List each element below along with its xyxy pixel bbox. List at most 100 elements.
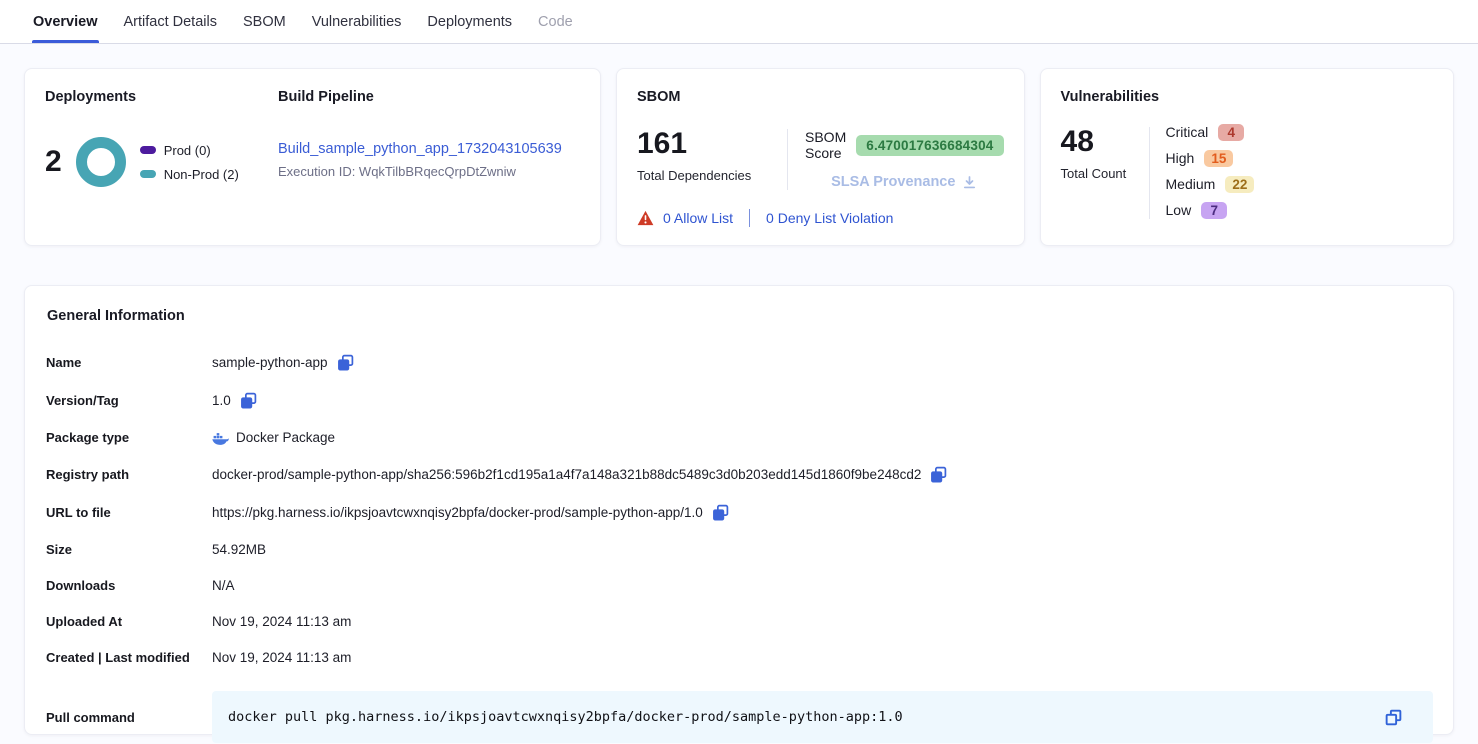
nonprod-legend-label: Non-Prod (2) bbox=[164, 167, 239, 182]
sbom-card: SBOM 161 Total Dependencies SBOM Score 6… bbox=[616, 68, 1025, 246]
high-count-badge: 15 bbox=[1204, 150, 1233, 167]
pull-command-value: docker pull pkg.harness.io/ikpsjoavtcwxn… bbox=[228, 709, 903, 725]
downloads-label: Downloads bbox=[46, 578, 212, 593]
vulnerabilities-total-count: 48 bbox=[1061, 125, 1094, 158]
uploaded-at-label: Uploaded At bbox=[46, 614, 212, 629]
sbom-score-section: SBOM Score 6.470017636684304 SLSA Proven… bbox=[788, 129, 1004, 190]
vulnerabilities-card: Vulnerabilities 48 Total Count Critical … bbox=[1040, 68, 1454, 246]
prod-swatch-icon bbox=[140, 146, 156, 154]
tab-code: Code bbox=[537, 0, 574, 43]
prod-legend-label: Prod (0) bbox=[164, 143, 211, 158]
url-to-file-label: URL to file bbox=[46, 505, 212, 520]
row-url-to-file: URL to file https://pkg.harness.io/ikpsj… bbox=[45, 504, 1433, 521]
tab-vulnerabilities[interactable]: Vulnerabilities bbox=[311, 0, 403, 43]
row-uploaded-at: Uploaded At Nov 19, 2024 11:13 am bbox=[45, 614, 1433, 629]
allow-list-link[interactable]: 0 Allow List bbox=[663, 210, 733, 226]
version-tag-value: 1.0 bbox=[212, 393, 231, 408]
build-pipeline-title: Build Pipeline bbox=[278, 89, 580, 105]
medium-label: Medium bbox=[1166, 176, 1216, 192]
deny-list-link[interactable]: 0 Deny List Violation bbox=[766, 210, 893, 226]
sbom-total-label: Total Dependencies bbox=[637, 168, 787, 183]
row-name: Name sample-python-app bbox=[45, 354, 1433, 371]
severity-row-critical: Critical 4 bbox=[1166, 123, 1255, 141]
deployments-legend: Prod (0) Non-Prod (2) bbox=[140, 143, 239, 182]
deployments-card: Deployments 2 Prod (0) Non-Prod (2) bbox=[24, 68, 601, 246]
url-to-file-value: https://pkg.harness.io/ikpsjoavtcwxnqisy… bbox=[212, 505, 703, 520]
copy-version-button[interactable] bbox=[240, 392, 257, 409]
row-pull-command: Pull command docker pull pkg.harness.io/… bbox=[45, 691, 1433, 743]
general-information-title: General Information bbox=[47, 308, 1433, 324]
docker-whale-icon bbox=[212, 431, 229, 445]
tab-artifact-details[interactable]: Artifact Details bbox=[123, 0, 218, 43]
tab-bar: Overview Artifact Details SBOM Vulnerabi… bbox=[0, 0, 1478, 44]
pull-command-label: Pull command bbox=[46, 710, 212, 725]
warning-triangle-icon bbox=[637, 210, 654, 226]
uploaded-at-value: Nov 19, 2024 11:13 am bbox=[212, 614, 351, 629]
build-pipeline-section: Build Pipeline Build_sample_python_app_1… bbox=[278, 89, 580, 225]
slsa-provenance-label: SLSA Provenance bbox=[831, 174, 955, 190]
legend-item-nonprod: Non-Prod (2) bbox=[140, 167, 239, 182]
tab-sbom[interactable]: SBOM bbox=[242, 0, 287, 43]
severity-row-high: High 15 bbox=[1166, 149, 1255, 167]
downloads-value: N/A bbox=[212, 578, 235, 593]
severity-list: Critical 4 High 15 Medium 22 Low 7 bbox=[1150, 123, 1255, 219]
tab-overview[interactable]: Overview bbox=[32, 0, 99, 43]
size-label: Size bbox=[46, 542, 212, 557]
pipeline-link[interactable]: Build_sample_python_app_1732043105639 bbox=[278, 141, 562, 157]
copy-icon bbox=[337, 354, 354, 371]
deployments-section: Deployments 2 Prod (0) Non-Prod (2) bbox=[45, 89, 278, 225]
tab-deployments[interactable]: Deployments bbox=[426, 0, 513, 43]
severity-row-medium: Medium 22 bbox=[1166, 175, 1255, 193]
links-divider bbox=[749, 209, 750, 227]
critical-count-badge: 4 bbox=[1218, 124, 1244, 141]
registry-path-value: docker-prod/sample-python-app/sha256:596… bbox=[212, 467, 921, 482]
vulnerabilities-total-section: 48 Total Count bbox=[1061, 127, 1149, 219]
high-label: High bbox=[1166, 150, 1195, 166]
row-registry-path: Registry path docker-prod/sample-python-… bbox=[45, 466, 1433, 483]
legend-item-prod: Prod (0) bbox=[140, 143, 239, 158]
pull-command-box: docker pull pkg.harness.io/ikpsjoavtcwxn… bbox=[212, 691, 1433, 743]
package-type-label: Package type bbox=[46, 430, 212, 445]
vulnerabilities-title: Vulnerabilities bbox=[1061, 89, 1433, 105]
deployments-donut-chart bbox=[76, 137, 126, 187]
artifact-overview-page: Overview Artifact Details SBOM Vulnerabi… bbox=[0, 0, 1478, 735]
copy-url-button[interactable] bbox=[712, 504, 729, 521]
medium-count-badge: 22 bbox=[1225, 176, 1254, 193]
copy-icon bbox=[712, 504, 729, 521]
copy-pull-command-button[interactable] bbox=[1384, 708, 1403, 727]
low-label: Low bbox=[1166, 202, 1192, 218]
vulnerabilities-total-label: Total Count bbox=[1061, 166, 1149, 181]
execution-id-text: Execution ID: WqkTilbBRqecQrpDtZwniw bbox=[278, 164, 580, 179]
sbom-title: SBOM bbox=[637, 89, 1004, 105]
low-count-badge: 7 bbox=[1201, 202, 1227, 219]
row-downloads: Downloads N/A bbox=[45, 578, 1433, 593]
name-label: Name bbox=[46, 355, 212, 370]
copy-name-button[interactable] bbox=[337, 354, 354, 371]
size-value: 54.92MB bbox=[212, 542, 266, 557]
slsa-provenance-link[interactable]: SLSA Provenance bbox=[805, 174, 1004, 190]
copy-icon bbox=[930, 466, 947, 483]
summary-cards-row: Deployments 2 Prod (0) Non-Prod (2) bbox=[24, 68, 1454, 246]
version-tag-label: Version/Tag bbox=[46, 393, 212, 408]
row-size: Size 54.92MB bbox=[45, 542, 1433, 557]
general-information-card: General Information Name sample-python-a… bbox=[24, 285, 1454, 735]
row-package-type: Package type Docker Package bbox=[45, 430, 1433, 445]
sbom-total-count: 161 bbox=[637, 127, 687, 160]
deployments-title: Deployments bbox=[45, 89, 278, 105]
critical-label: Critical bbox=[1166, 124, 1209, 140]
sbom-policy-links: 0 Allow List 0 Deny List Violation bbox=[637, 209, 1004, 227]
registry-path-label: Registry path bbox=[46, 467, 212, 482]
name-value: sample-python-app bbox=[212, 355, 328, 370]
copy-registry-path-button[interactable] bbox=[930, 466, 947, 483]
copy-icon bbox=[240, 392, 257, 409]
row-version-tag: Version/Tag 1.0 bbox=[45, 392, 1433, 409]
deployments-total-count: 2 bbox=[45, 147, 62, 177]
copy-outline-icon bbox=[1384, 708, 1403, 727]
severity-row-low: Low 7 bbox=[1166, 201, 1255, 219]
sbom-score-label: SBOM Score bbox=[805, 129, 846, 161]
package-type-value: Docker Package bbox=[236, 430, 335, 445]
sbom-score-badge: 6.470017636684304 bbox=[856, 135, 1003, 156]
sbom-total-section: 161 Total Dependencies bbox=[637, 129, 787, 190]
row-created-modified: Created | Last modified Nov 19, 2024 11:… bbox=[45, 650, 1433, 665]
download-icon bbox=[962, 175, 977, 190]
